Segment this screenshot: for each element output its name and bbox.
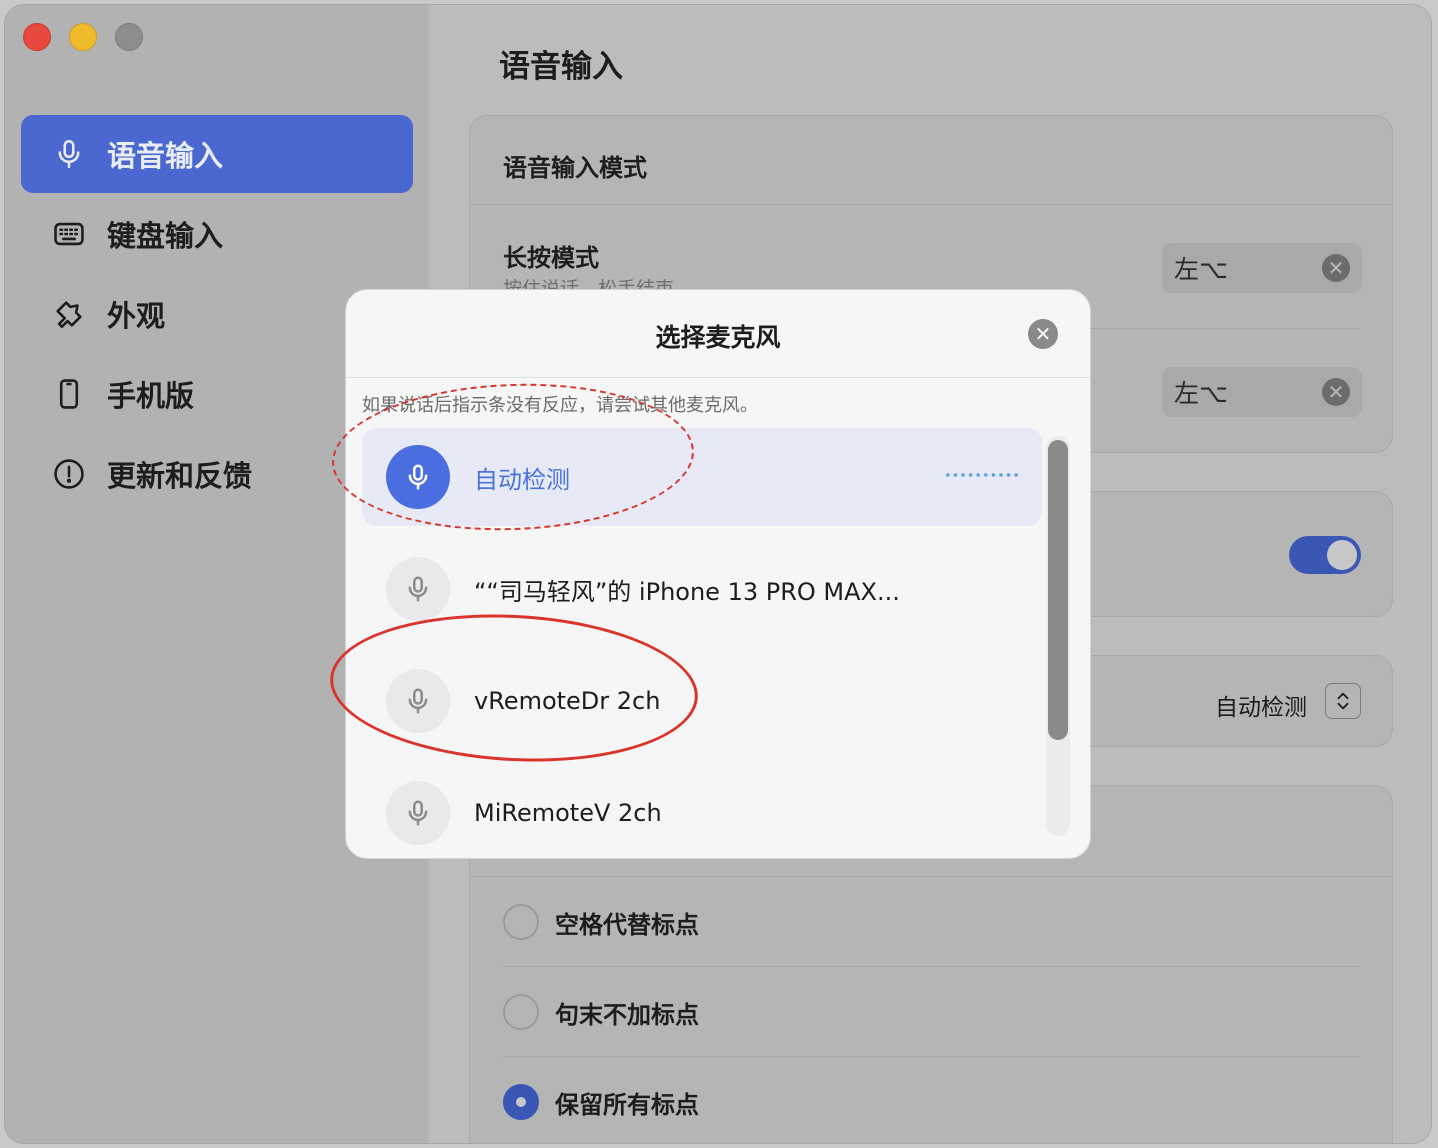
sidebar-item-label: 手机版 bbox=[107, 379, 195, 413]
sidebar-item-keyboard-input[interactable]: 键盘输入 bbox=[21, 195, 413, 273]
page-title: 语音输入 bbox=[499, 49, 623, 85]
punct-option-no-end[interactable]: 句末不加标点 bbox=[503, 994, 699, 1030]
chevron-up-down-icon[interactable] bbox=[1325, 683, 1361, 719]
divider bbox=[503, 966, 1359, 967]
sidebar-item-voice-input[interactable]: 语音输入 bbox=[21, 115, 413, 193]
clear-hotkey-icon[interactable]: ✕ bbox=[1322, 254, 1350, 282]
select-mic-dialog: 选择麦克风 ✕ 如果说话后指示条没有反应，请尝试其他麦克风。 自动检测 ““司马… bbox=[345, 289, 1091, 859]
mic-label: ““司马轻风”的 iPhone 13 PRO MAX... bbox=[474, 577, 900, 606]
mic-icon bbox=[51, 136, 87, 172]
keyboard-icon bbox=[51, 216, 87, 252]
close-icon[interactable]: ✕ bbox=[1028, 319, 1058, 349]
long-press-title: 长按模式 bbox=[503, 244, 599, 272]
mic-icon bbox=[386, 557, 450, 621]
punct-option-keep-all[interactable]: 保留所有标点 bbox=[503, 1084, 699, 1120]
divider bbox=[470, 876, 1392, 877]
info-icon bbox=[51, 456, 87, 492]
phone-icon bbox=[51, 376, 87, 412]
sidebar-item-label: 更新和反馈 bbox=[107, 459, 253, 493]
divider bbox=[503, 1056, 1359, 1057]
radio-button[interactable] bbox=[503, 904, 539, 940]
option-label: 句末不加标点 bbox=[555, 1000, 699, 1029]
divider bbox=[346, 377, 1090, 378]
minimize-window-button[interactable] bbox=[69, 23, 97, 51]
hotkey-chip-2[interactable]: 左⌥ ✕ bbox=[1162, 367, 1362, 417]
sidebar-item-label: 语音输入 bbox=[107, 139, 224, 173]
card-heading: 语音输入模式 bbox=[503, 154, 647, 182]
sidebar-item-label: 外观 bbox=[107, 299, 166, 333]
mic-option-miremote[interactable]: MiRemoteV 2ch bbox=[362, 764, 1042, 858]
zoom-window-button[interactable] bbox=[115, 23, 143, 51]
feature-toggle[interactable] bbox=[1289, 536, 1361, 574]
audio-level-indicator bbox=[944, 472, 1020, 478]
option-label: 保留所有标点 bbox=[555, 1090, 699, 1119]
mic-label: MiRemoteV 2ch bbox=[474, 799, 662, 827]
paint-icon bbox=[51, 296, 87, 332]
radio-button[interactable] bbox=[503, 994, 539, 1030]
dialog-title: 选择麦克风 bbox=[655, 323, 781, 352]
mic-icon bbox=[386, 781, 450, 845]
hotkey-label: 左⌥ bbox=[1174, 379, 1228, 408]
sidebar-item-label: 键盘输入 bbox=[107, 219, 224, 253]
close-window-button[interactable] bbox=[23, 23, 51, 51]
option-label: 空格代替标点 bbox=[555, 910, 699, 939]
scrollbar-thumb[interactable] bbox=[1048, 440, 1068, 740]
punct-option-space[interactable]: 空格代替标点 bbox=[503, 904, 699, 940]
hotkey-label: 左⌥ bbox=[1174, 255, 1228, 284]
radio-button-selected[interactable] bbox=[503, 1084, 539, 1120]
divider bbox=[470, 204, 1392, 205]
clear-hotkey-icon[interactable]: ✕ bbox=[1322, 378, 1350, 406]
hotkey-chip[interactable]: 左⌥ ✕ bbox=[1162, 243, 1362, 293]
mic-select-value[interactable]: 自动检测 bbox=[1215, 688, 1307, 722]
